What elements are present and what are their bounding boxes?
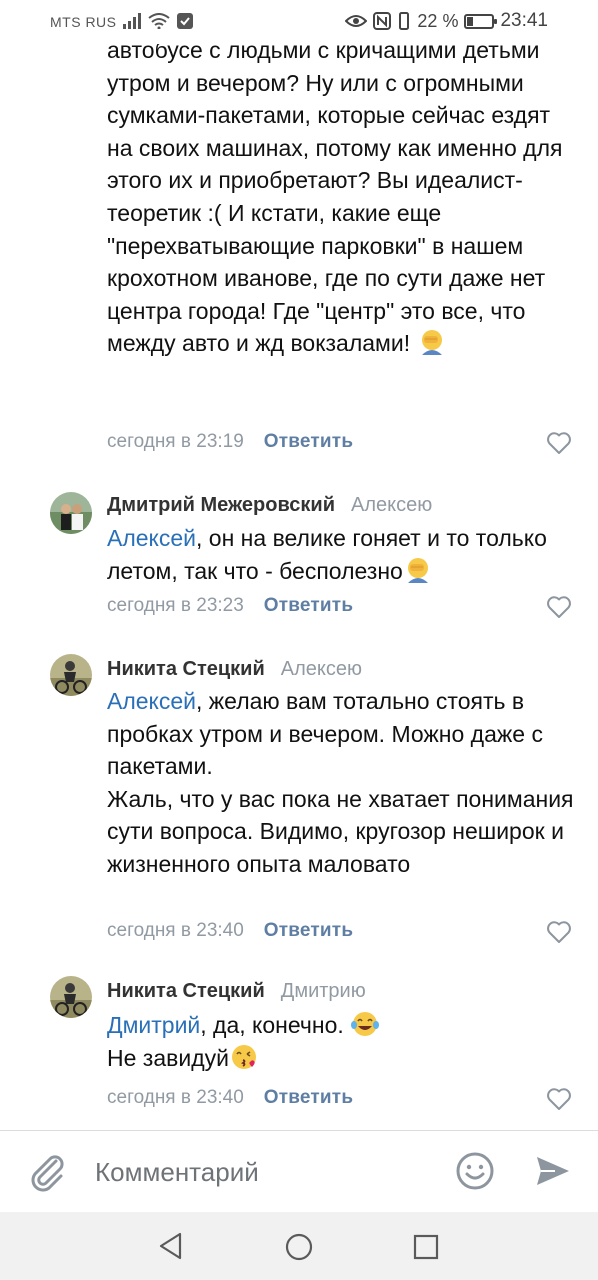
wifi-icon xyxy=(148,13,170,29)
mention-link[interactable]: Дмитрий xyxy=(107,1012,200,1038)
author-line: Дмитрий Межеровский Алексею xyxy=(107,494,432,517)
heart-icon[interactable] xyxy=(546,431,572,455)
download-icon xyxy=(177,13,193,29)
signal-icon xyxy=(123,13,141,29)
reply-recipient[interactable]: Алексею xyxy=(351,494,432,517)
comment-text: автобусе с людьми с кричащими детьми утр… xyxy=(107,44,563,357)
facepalm-emoji xyxy=(421,330,442,356)
reply-button[interactable]: Ответить xyxy=(264,1087,353,1109)
mention-link[interactable]: Алексей xyxy=(107,525,196,551)
comment-meta: сегодня в 23:40 Ответить xyxy=(107,1087,353,1109)
avatar-photo xyxy=(50,654,92,696)
reply-button[interactable]: Ответить xyxy=(264,920,353,942)
author-line: Никита Стецкий Дмитрию xyxy=(107,980,366,1003)
heart-icon[interactable] xyxy=(546,595,572,619)
status-bar: MTS RUS 22 % 23:41 xyxy=(0,0,598,44)
mention-link[interactable]: Алексей xyxy=(107,688,196,714)
avatar[interactable] xyxy=(50,976,92,1018)
carrier-label: MTS RUS xyxy=(50,14,117,30)
send-icon[interactable] xyxy=(535,1153,571,1189)
author-name[interactable]: Никита Стецкий xyxy=(107,658,265,681)
comment-composer: Комментарий xyxy=(0,1130,598,1212)
reply-button[interactable]: Ответить xyxy=(264,431,353,453)
comment-time: сегодня в 23:40 xyxy=(107,1087,244,1108)
eye-icon xyxy=(345,15,368,27)
avatar[interactable] xyxy=(50,654,92,696)
reply-button[interactable]: Ответить xyxy=(264,595,353,617)
comment-meta: сегодня в 23:23 Ответить xyxy=(107,595,353,617)
system-nav-bar xyxy=(0,1212,598,1280)
avatar[interactable] xyxy=(50,492,92,534)
comment-meta: сегодня в 23:19 Ответить xyxy=(107,431,353,453)
comment-text: Алексей, желаю вам тотально стоять в про… xyxy=(107,688,574,877)
comment-meta: сегодня в 23:40 Ответить xyxy=(107,920,353,942)
author-line: Никита Стецкий Алексею xyxy=(107,658,362,681)
comment-input[interactable]: Комментарий xyxy=(95,1157,259,1188)
vibrate-icon xyxy=(399,12,410,30)
heart-icon[interactable] xyxy=(546,1087,572,1111)
heart-icon[interactable] xyxy=(546,920,572,944)
status-right: 22 % 23:41 xyxy=(345,10,548,32)
avatar-photo xyxy=(50,492,92,534)
paperclip-icon[interactable] xyxy=(28,1153,66,1193)
nfc-icon xyxy=(373,12,392,30)
comment-text: Дмитрий, да, конечно. Не завидуй xyxy=(107,1009,577,1074)
facepalm-emoji xyxy=(407,557,428,583)
comment-time: сегодня в 23:23 xyxy=(107,595,244,616)
recent-apps-icon[interactable] xyxy=(413,1234,439,1260)
battery-icon xyxy=(464,13,498,29)
comments-feed[interactable]: автобусе с людьми с кричащими детьми утр… xyxy=(0,44,598,1130)
reply-recipient[interactable]: Дмитрию xyxy=(281,980,366,1003)
tears-of-joy-emoji xyxy=(351,1012,380,1036)
reply-recipient[interactable]: Алексею xyxy=(281,658,362,681)
avatar-photo xyxy=(50,976,92,1018)
comment-text: Алексей, он на велике гоняет и то только… xyxy=(107,525,547,584)
kiss-emoji xyxy=(231,1044,256,1069)
home-icon[interactable] xyxy=(285,1233,313,1261)
comment-time: сегодня в 23:40 xyxy=(107,920,244,941)
comment-time: сегодня в 23:19 xyxy=(107,431,244,452)
author-name[interactable]: Никита Стецкий xyxy=(107,980,265,1003)
back-icon[interactable] xyxy=(158,1232,184,1260)
status-left-icons xyxy=(122,12,194,30)
battery-percent: 22 % xyxy=(417,10,459,31)
smiley-icon[interactable] xyxy=(455,1151,495,1191)
clock: 23:41 xyxy=(500,10,548,31)
author-name[interactable]: Дмитрий Межеровский xyxy=(107,494,335,517)
